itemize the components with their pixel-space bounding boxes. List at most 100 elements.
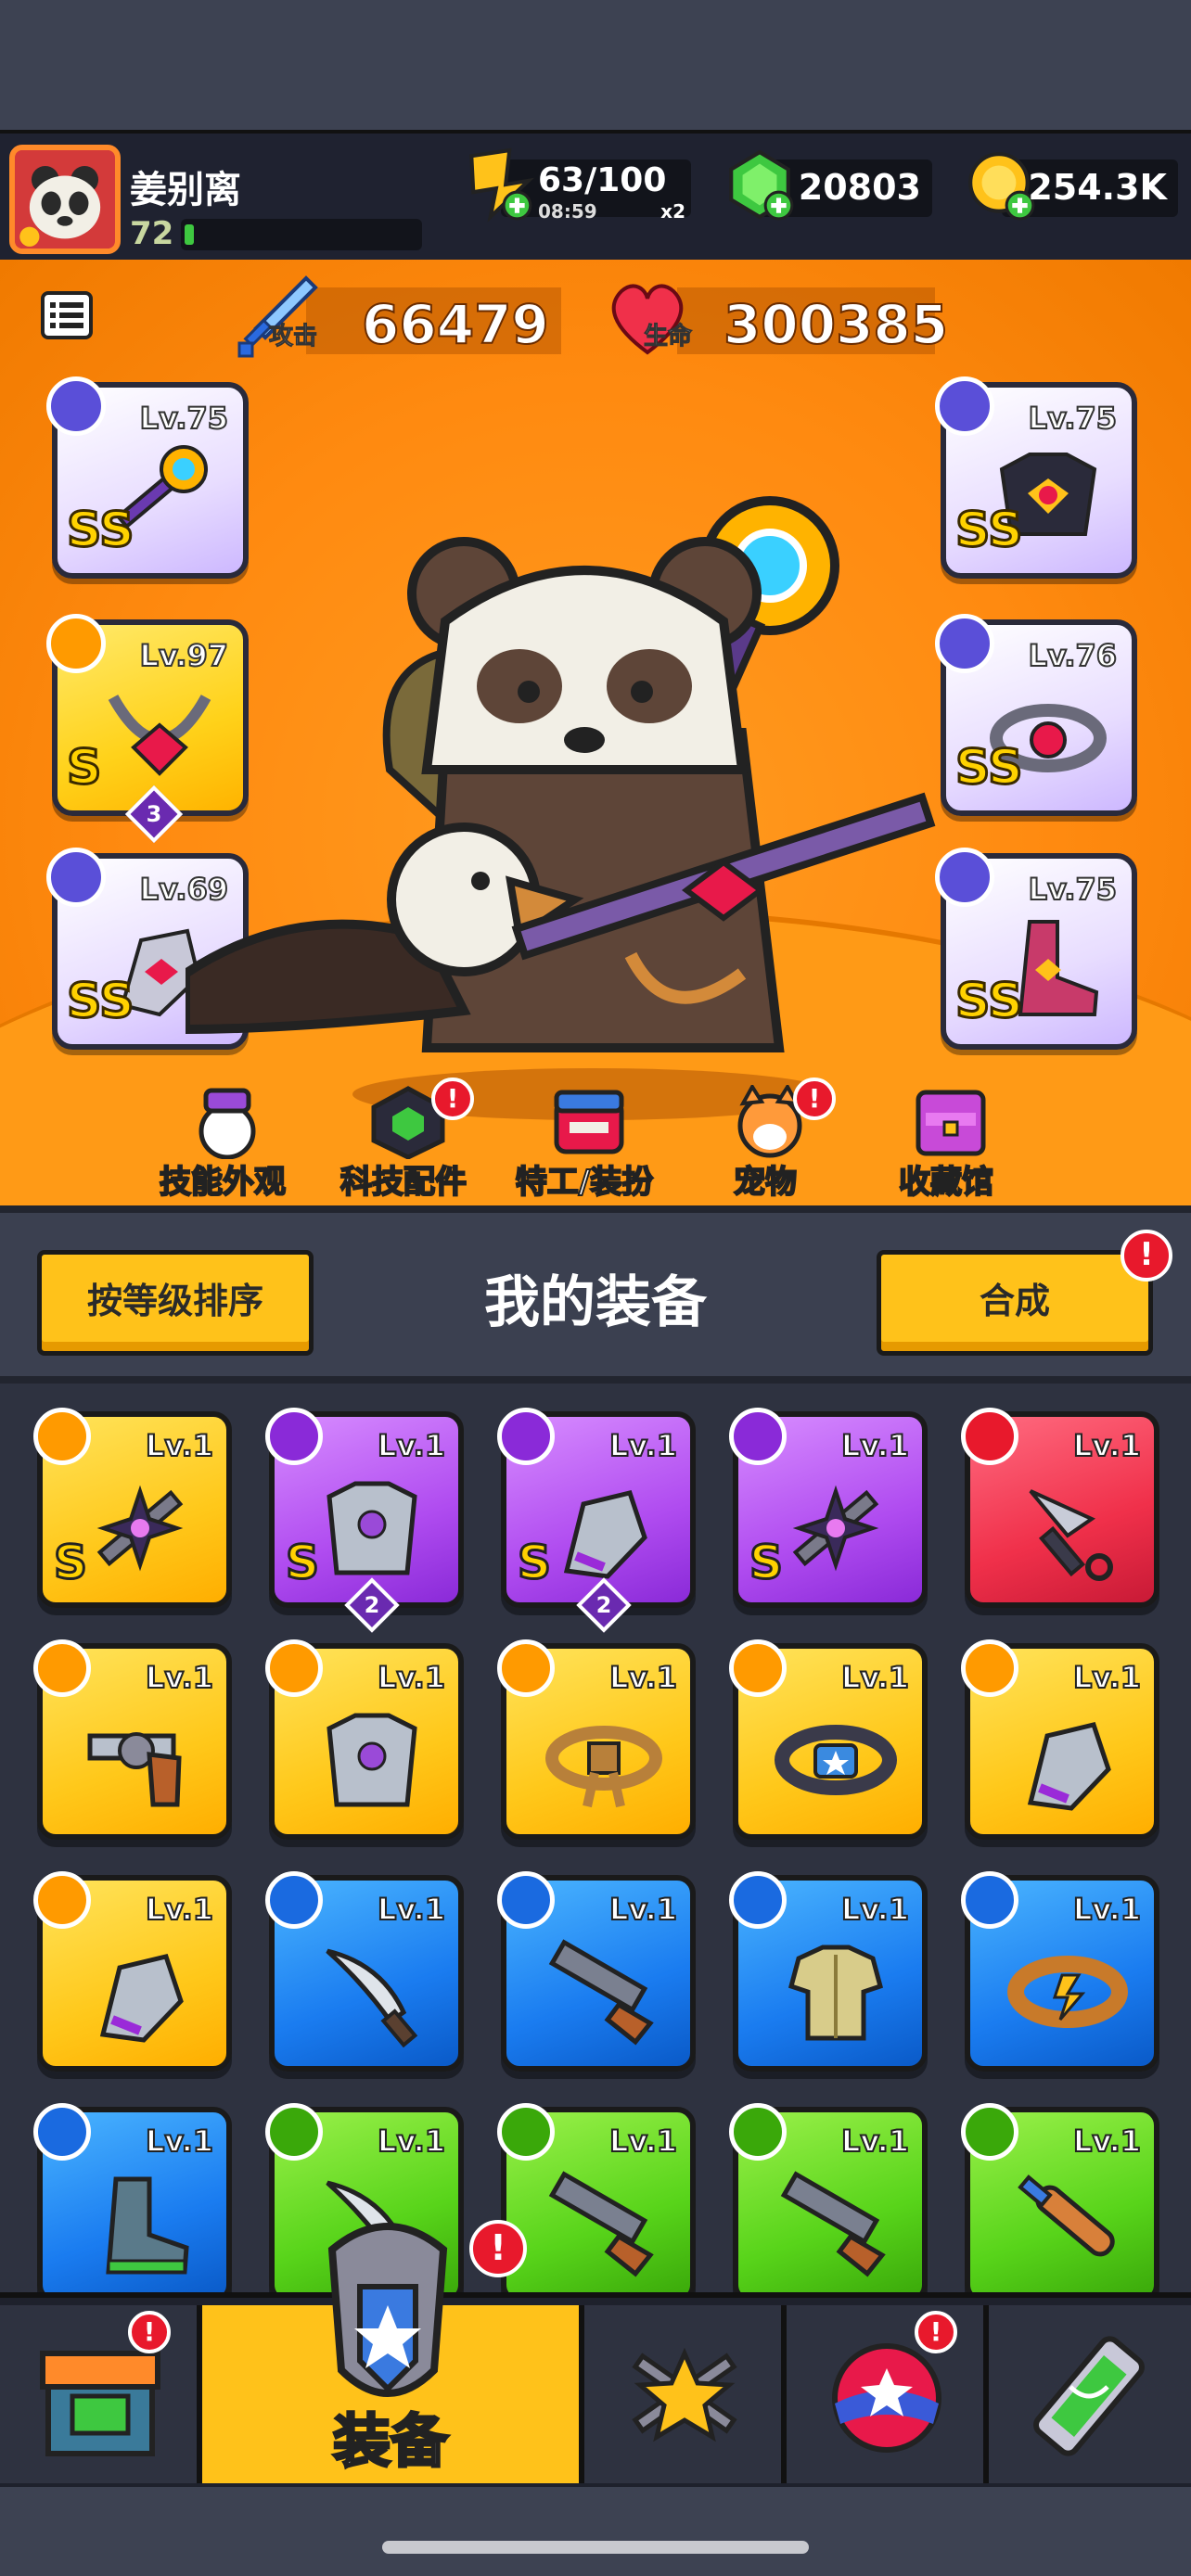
slot-level: Lv.75 xyxy=(1028,400,1118,437)
slot-grade: SS xyxy=(66,502,136,560)
attack-stat: 66479 xyxy=(306,287,561,357)
shortcut-pets[interactable]: ! 宠物 xyxy=(672,1078,858,1205)
equipment-item[interactable]: Lv.1 xyxy=(961,1408,1159,1608)
equipment-item[interactable]: Lv.1 S xyxy=(729,1408,928,1608)
weapon-type-icon xyxy=(46,376,106,436)
item-level: Lv.1 xyxy=(608,1891,678,1928)
xp-fill xyxy=(185,224,194,245)
menu-icon[interactable] xyxy=(41,291,93,339)
avatar[interactable] xyxy=(9,145,121,254)
item-type-icon xyxy=(33,1639,91,1697)
equipment-grid: Lv.1 S Lv.1 S 2 Lv.1 S 2 Lv.1 S Lv.1 Lv.1 Lv.1 Lv.1 Lv… xyxy=(0,1384,1191,2292)
shortcut-label: 科技配件 xyxy=(339,1163,467,1202)
item-type-icon xyxy=(33,2103,91,2161)
equipment-item[interactable]: Lv.1 xyxy=(729,1639,928,1840)
health-value: 300385 xyxy=(723,292,949,357)
nav-stars-tab[interactable]: ! xyxy=(787,2305,989,2483)
shirt-icon xyxy=(788,1945,884,2041)
gauntlet-icon xyxy=(99,1954,184,2043)
shortcut-tech-parts[interactable]: ! 科技配件 xyxy=(311,1078,496,1205)
nav-equipment-label: 装备 xyxy=(331,2406,449,2477)
equipment-item[interactable]: Lv.1 xyxy=(497,1871,696,2072)
nav-dna-tab[interactable] xyxy=(989,2305,1191,2483)
item-level: Lv.1 xyxy=(377,1659,446,1696)
nav-shop-tab[interactable]: ! xyxy=(0,2305,202,2483)
item-level: Lv.1 xyxy=(145,1427,214,1464)
equipment-item[interactable]: Lv.1 xyxy=(729,1871,928,2072)
item-type-icon xyxy=(497,2103,555,2161)
skin-icon xyxy=(198,1088,256,1159)
item-type-icon xyxy=(497,1408,555,1465)
health-stat: 300385 xyxy=(677,287,949,357)
battle-star-icon xyxy=(632,2347,737,2442)
health-label: 生命 xyxy=(643,323,693,351)
item-type-icon xyxy=(497,1639,555,1697)
nav-equipment-tab[interactable]: ! 装备 xyxy=(202,2220,584,2483)
player-level: 72 xyxy=(130,215,174,252)
merge-button[interactable]: 合成 xyxy=(877,1250,1153,1356)
tech-alert-badge: ! xyxy=(431,1078,474,1120)
item-type-icon xyxy=(961,1639,1018,1697)
shortcut-collection[interactable]: 收藏馆 xyxy=(853,1085,1039,1205)
energy-icon xyxy=(469,147,535,223)
equipment-item[interactable]: Lv.1 xyxy=(33,2103,232,2292)
energy-timer: 08:59 xyxy=(538,200,597,223)
machete-icon xyxy=(326,1948,418,2048)
item-type-icon xyxy=(265,1639,323,1697)
panda-avatar-icon xyxy=(16,150,114,249)
collection-icon xyxy=(916,1090,986,1156)
home-indicator[interactable] xyxy=(382,2541,809,2554)
shortcut-skill-skin[interactable]: 技能外观 xyxy=(130,1085,315,1205)
item-type-icon xyxy=(265,1871,323,1929)
pets-alert-badge: ! xyxy=(793,1078,836,1120)
item-level: Lv.1 xyxy=(1072,1659,1142,1696)
equipment-item[interactable]: Lv.1 S xyxy=(33,1408,232,1608)
equipment-item[interactable]: Lv.1 xyxy=(497,2103,696,2292)
slot-level: Lv.76 xyxy=(1028,637,1118,674)
belt-icon xyxy=(1007,1956,1128,2028)
armor-icon xyxy=(327,1481,417,1575)
equipment-item[interactable]: Lv.1 xyxy=(961,1639,1159,1840)
item-type-icon xyxy=(33,1408,91,1465)
equipment-item[interactable]: Lv.1 xyxy=(33,1639,232,1840)
merge-alert-badge: ! xyxy=(1121,1230,1172,1282)
item-type-icon xyxy=(961,1408,1018,1465)
game-screen: 姜别离 72 63/100 08:59 x2 20803 254.3K 6647… xyxy=(0,0,1191,2576)
equipment-item[interactable]: Lv.1 xyxy=(729,2103,928,2292)
badge-belt-icon xyxy=(775,1725,897,1795)
top-bar: 姜别离 72 63/100 08:59 x2 20803 254.3K xyxy=(0,130,1191,260)
equipment-item[interactable]: Lv.1 xyxy=(497,1639,696,1840)
equipment-item[interactable]: Lv.1 S 2 xyxy=(497,1408,696,1633)
equipment-item[interactable]: Lv.1 xyxy=(265,1871,464,2072)
energy-counter[interactable]: 63/100 08:59 x2 xyxy=(469,147,691,223)
equipment-item[interactable]: Lv.1 S 2 xyxy=(265,1408,464,1633)
necklace-type-icon xyxy=(46,614,106,673)
shop-alert-badge: ! xyxy=(128,2311,171,2353)
shortcut-agent-outfit[interactable]: 特工/装扮 xyxy=(492,1085,677,1205)
equipment-header: 按等级排序 我的装备 合成 ! xyxy=(0,1205,1191,1384)
armor-icon xyxy=(327,1713,417,1807)
slot-grade: SS xyxy=(66,973,136,1031)
equipment-item[interactable]: Lv.1 xyxy=(961,1871,1159,2072)
shortcut-label: 收藏馆 xyxy=(898,1163,994,1202)
item-level: Lv.1 xyxy=(377,2123,446,2160)
equipment-item[interactable]: Lv.1 xyxy=(33,1871,232,2072)
item-grade: S xyxy=(748,1535,784,1591)
equipment-item[interactable]: Lv.1 xyxy=(961,2103,1159,2292)
item-grade: S xyxy=(284,1535,320,1591)
gems-value: 20803 xyxy=(798,167,921,208)
equipment-item[interactable]: Lv.1 xyxy=(265,1639,464,1840)
equipment-alert-badge: ! xyxy=(469,2220,527,2277)
shortcut-row: 技能外观 ! 科技配件 特工/装扮 ! 宠物 收藏馆 xyxy=(130,1078,1057,1205)
gauntlet-icon xyxy=(1027,1722,1111,1811)
nav-battle-tab[interactable] xyxy=(584,2305,787,2483)
gems-counter[interactable]: 20803 xyxy=(729,149,932,221)
item-type-icon xyxy=(265,1408,323,1465)
dna-icon xyxy=(1033,2336,1145,2456)
item-type-icon xyxy=(497,1871,555,1929)
gold-counter[interactable]: 254.3K xyxy=(968,152,1178,221)
item-level: Lv.1 xyxy=(145,1659,214,1696)
item-level: Lv.1 xyxy=(840,1891,910,1928)
shotgun-icon xyxy=(780,2171,886,2277)
item-grade: S xyxy=(516,1535,552,1591)
